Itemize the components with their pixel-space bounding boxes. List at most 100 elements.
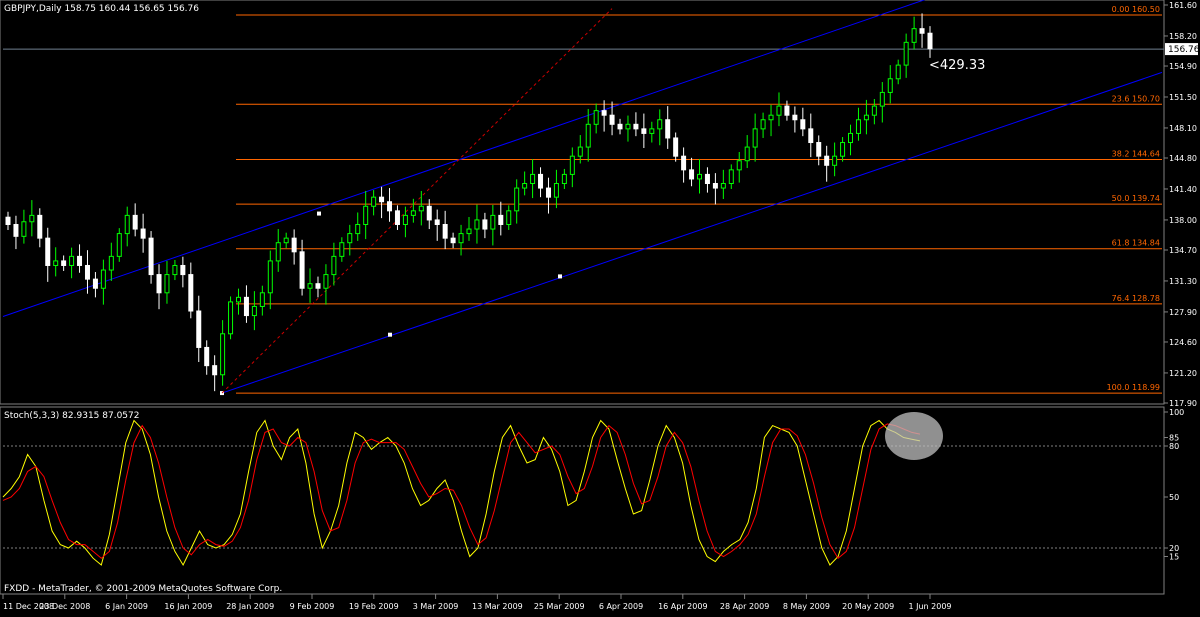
chart-header: GBPJPY,Daily 158.75 160.44 156.65 156.76 [4, 4, 199, 14]
fib-label: 76.4 128.78 [1112, 294, 1160, 303]
price-tick-label: 134.70 [1169, 246, 1197, 255]
candle-body [53, 260, 59, 266]
candle-body [204, 346, 210, 367]
stoch-tick-label: 80 [1169, 442, 1179, 451]
candle-body [633, 123, 639, 130]
candle-body [673, 137, 679, 157]
time-tick-label: 6 Jan 2009 [105, 602, 148, 611]
candle-body [625, 123, 631, 130]
candle-body [784, 105, 790, 116]
candle-body [840, 142, 846, 157]
candle-body [927, 32, 933, 50]
candle-body [848, 132, 854, 144]
candle-body [426, 205, 432, 221]
current-price-label: 156.76 [1168, 45, 1200, 55]
candle-body [100, 269, 106, 289]
candle-body [61, 260, 67, 266]
price-tick-label: 161.60 [1169, 1, 1197, 10]
candle-body [315, 283, 321, 289]
price-tick-label: 154.90 [1169, 62, 1197, 71]
time-tick-label: 28 Apr 2009 [720, 602, 769, 611]
candle-body [323, 274, 329, 289]
candle-body [283, 237, 289, 244]
candle-body [92, 278, 98, 289]
candle-body [641, 128, 647, 134]
candle-body [347, 233, 353, 244]
candle-body [458, 233, 464, 244]
candle-body [617, 123, 623, 130]
candle-body [148, 237, 154, 276]
candle-body [172, 264, 178, 276]
candle-body [37, 214, 43, 239]
candle-body [538, 173, 544, 189]
candle-body [911, 28, 917, 43]
candle-body [220, 333, 226, 376]
candle-body [569, 155, 575, 175]
candle-body [657, 119, 663, 130]
fib-label: 38.2 144.64 [1112, 149, 1160, 158]
candle-body [29, 214, 35, 223]
candle-body [744, 146, 750, 162]
candle-body [371, 196, 377, 207]
time-tick-label: 16 Jan 2009 [164, 602, 212, 611]
candle-body [77, 255, 83, 266]
candle-body [609, 114, 615, 125]
candle-body [275, 242, 281, 262]
stoch-highlight-circle [885, 412, 943, 460]
price-tick-label: 121.20 [1169, 369, 1197, 378]
time-tick-label: 8 May 2009 [783, 602, 830, 611]
candle-body [13, 223, 19, 237]
candle-body [522, 183, 528, 189]
candle-body [116, 233, 122, 257]
price-tick-label: 138.00 [1169, 216, 1197, 225]
candle-body [490, 214, 496, 230]
candle-body [863, 114, 869, 121]
candle-body [712, 183, 718, 189]
candle-body [553, 183, 559, 198]
metatrader-chart: 0.00 160.50 23.6 150.70 38.2 144.64 50.0 13… [0, 0, 1200, 613]
price-tick-label: 151.50 [1169, 93, 1197, 102]
candle-body [339, 242, 345, 257]
candle-body [577, 146, 583, 157]
candle-body [108, 255, 114, 271]
manual-annotation: <429.33 [929, 58, 985, 73]
candle-body [816, 142, 822, 157]
fib-label: 50.0 139.74 [1112, 194, 1160, 203]
candle-body [887, 78, 893, 93]
candle-body [879, 91, 885, 107]
candle-body [514, 187, 520, 212]
candle-body [871, 105, 877, 116]
candle-body [140, 228, 146, 239]
time-tick-label: 19 Feb 2009 [349, 602, 399, 611]
candle-body [212, 365, 218, 376]
candle-body [410, 210, 416, 216]
fib-label: 23.6 150.70 [1112, 94, 1160, 103]
fib-label: 61.8 134.84 [1112, 239, 1160, 248]
candle-body [379, 196, 385, 203]
candle-body [808, 128, 814, 144]
candle-body [196, 310, 202, 348]
candle-body [228, 301, 234, 335]
candle-body [307, 283, 313, 289]
candle-body [418, 205, 424, 212]
candle-body [919, 28, 925, 34]
candle-body [895, 64, 901, 80]
candle-body [776, 105, 782, 116]
channel-anchor-point [558, 274, 562, 279]
candle-body [450, 237, 456, 244]
candle-body [355, 223, 361, 235]
candle-body [752, 128, 758, 148]
price-tick-label: 158.20 [1169, 32, 1197, 41]
time-tick-label: 20 May 2009 [842, 602, 894, 611]
time-tick-label: 6 Apr 2009 [599, 602, 643, 611]
candle-body [299, 251, 305, 289]
candle-body [267, 260, 273, 294]
candle-body [903, 41, 909, 66]
candle-body [728, 169, 734, 185]
candle-body [760, 119, 766, 130]
candle-body [291, 237, 297, 253]
candle-body [243, 296, 249, 317]
candle-body [402, 214, 408, 225]
candle-body [45, 237, 51, 266]
candle-body [236, 296, 241, 303]
